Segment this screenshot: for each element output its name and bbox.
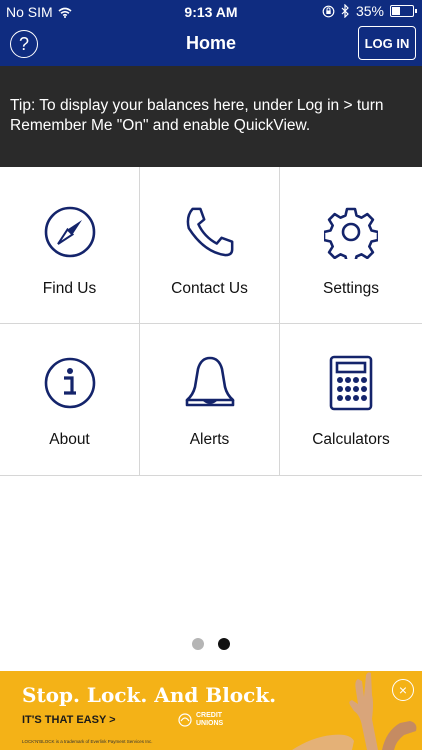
ad-logo-text: CREDIT UNIONS	[196, 712, 224, 727]
battery-level	[392, 7, 400, 15]
status-right: 35%	[322, 3, 417, 19]
credit-union-logo-icon	[178, 713, 192, 727]
page-dot-2[interactable]	[218, 638, 230, 650]
bluetooth-icon	[341, 4, 349, 18]
tile-label: About	[49, 431, 90, 448]
tip-banner: Tip: To display your balances here, unde…	[0, 66, 422, 167]
tile-label: Contact Us	[171, 280, 248, 297]
feature-grid: Find Us Contact Us Settings About Alerts…	[0, 167, 422, 476]
calculator-icon	[329, 355, 373, 411]
ad-banner[interactable]: Stop. Lock. And Block. IT'S THAT EASY > …	[0, 671, 422, 750]
tile-settings[interactable]: Settings	[280, 167, 422, 324]
info-icon	[44, 357, 95, 409]
rotation-lock-icon	[322, 5, 335, 17]
tile-label: Find Us	[42, 280, 97, 297]
compass-icon	[44, 206, 95, 258]
status-bar: No SIM 9:13 AM 35%	[0, 0, 422, 24]
bell-icon	[185, 356, 234, 407]
tile-label: Alerts	[189, 431, 230, 448]
ad-close-button[interactable]: ×	[392, 679, 414, 701]
tile-about[interactable]: About	[0, 324, 140, 476]
phone-icon	[186, 207, 233, 257]
tile-find-us[interactable]: Find Us	[0, 167, 140, 324]
login-button[interactable]: LOG IN	[358, 26, 416, 60]
page-indicator	[0, 638, 422, 650]
tile-label: Settings	[322, 280, 379, 297]
tile-calculators[interactable]: Calculators	[280, 324, 422, 476]
battery-icon	[390, 5, 417, 17]
gear-icon	[324, 207, 378, 259]
tile-alerts[interactable]: Alerts	[140, 324, 280, 476]
tile-contact-us[interactable]: Contact Us	[140, 167, 280, 324]
ad-headline: Stop. Lock. And Block.	[22, 683, 277, 707]
tip-text: Tip: To display your balances here, unde…	[10, 97, 384, 134]
nav-bar: ? Home LOG IN	[0, 24, 422, 66]
ad-fine-print: LOCK'N'BLOCK is a trademark of Everlink …	[22, 739, 153, 744]
tile-label: Calculators	[312, 431, 390, 448]
battery-percent: 35%	[355, 3, 384, 19]
credit-union-logo: CREDIT UNIONS	[178, 712, 238, 728]
ad-tagline[interactable]: IT'S THAT EASY >	[22, 714, 116, 726]
page-dot-1[interactable]	[192, 638, 204, 650]
